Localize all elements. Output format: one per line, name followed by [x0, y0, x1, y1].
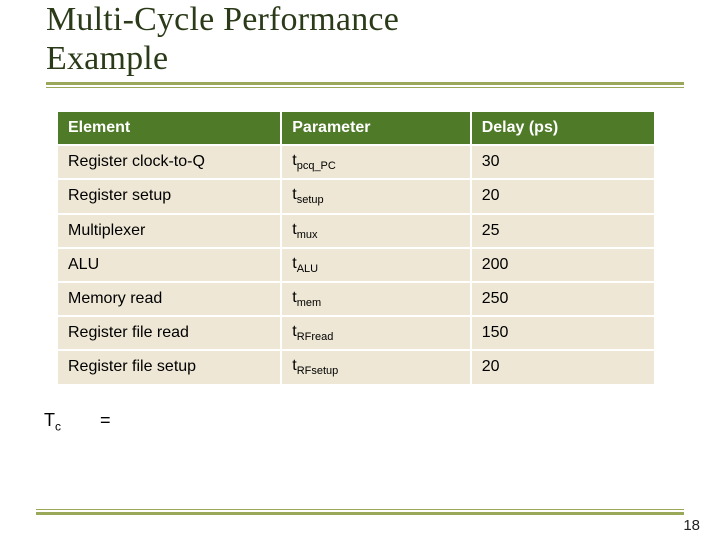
cell-parameter: tsetup [281, 179, 470, 213]
cell-parameter: tmux [281, 214, 470, 248]
col-header-element: Element [57, 111, 281, 145]
table-row: Multiplexer tmux 25 [57, 214, 655, 248]
col-header-delay: Delay (ps) [471, 111, 655, 145]
table-row: ALU tALU 200 [57, 248, 655, 282]
title-underline [46, 82, 684, 88]
cell-element: Memory read [57, 282, 281, 316]
table-row: Register file setup tRFsetup 20 [57, 350, 655, 384]
cell-parameter: tRFread [281, 316, 470, 350]
cell-parameter: tmem [281, 282, 470, 316]
table-row: Register file read tRFread 150 [57, 316, 655, 350]
footer-rule [36, 509, 684, 512]
cell-element: Register file read [57, 316, 281, 350]
slide: Multi-Cycle Performance Example Element … [0, 0, 720, 540]
cell-parameter: tpcq_PC [281, 145, 470, 179]
delay-table: Element Parameter Delay (ps) Register cl… [56, 110, 656, 385]
cell-element: ALU [57, 248, 281, 282]
title-block: Multi-Cycle Performance Example [36, 0, 684, 88]
cell-parameter: tALU [281, 248, 470, 282]
col-header-parameter: Parameter [281, 111, 470, 145]
cell-delay: 200 [471, 248, 655, 282]
slide-title: Multi-Cycle Performance Example [46, 0, 684, 78]
cell-element: Register setup [57, 179, 281, 213]
table-header-row: Element Parameter Delay (ps) [57, 111, 655, 145]
cell-element: Register clock-to-Q [57, 145, 281, 179]
title-line-2: Example [46, 40, 168, 77]
table-row: Register setup tsetup 20 [57, 179, 655, 213]
cell-delay: 150 [471, 316, 655, 350]
equation: Tc = [44, 410, 684, 434]
cell-parameter: tRFsetup [281, 350, 470, 384]
page-number: 18 [683, 517, 700, 534]
equation-lhs-base: T [44, 410, 55, 430]
table-row: Register clock-to-Q tpcq_PC 30 [57, 145, 655, 179]
cell-delay: 20 [471, 350, 655, 384]
equation-equals: = [100, 410, 111, 431]
cell-element: Multiplexer [57, 214, 281, 248]
cell-delay: 25 [471, 214, 655, 248]
table-row: Memory read tmem 250 [57, 282, 655, 316]
title-line-1: Multi-Cycle Performance [46, 1, 399, 38]
equation-lhs-sub: c [55, 419, 61, 433]
cell-delay: 30 [471, 145, 655, 179]
cell-delay: 20 [471, 179, 655, 213]
cell-delay: 250 [471, 282, 655, 316]
cell-element: Register file setup [57, 350, 281, 384]
